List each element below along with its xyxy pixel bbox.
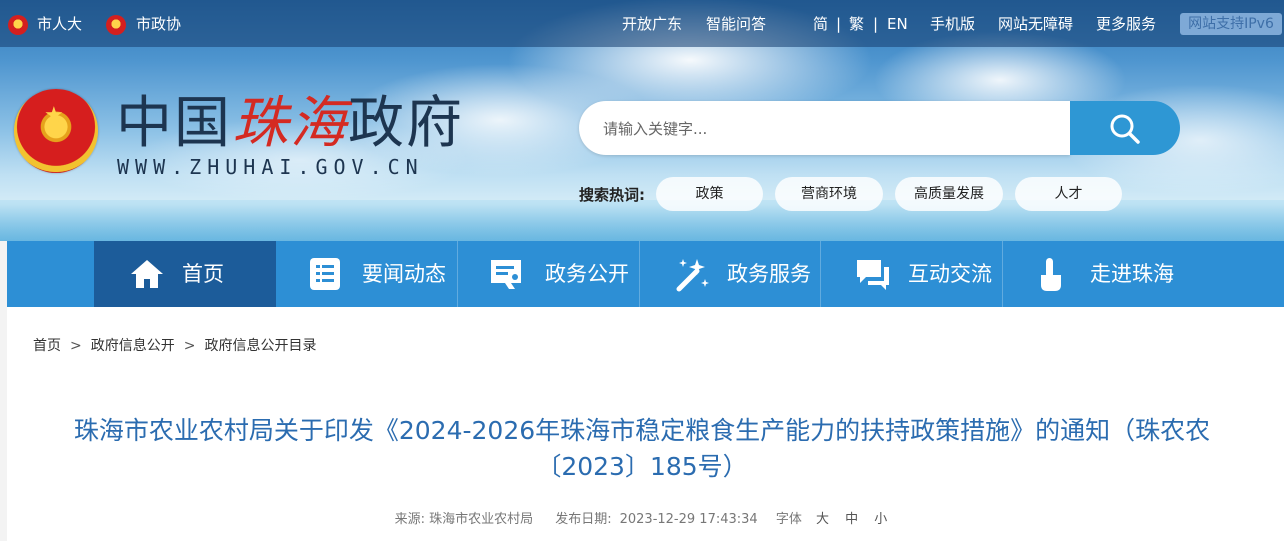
link-accessibility[interactable]: 网站无障碍 bbox=[998, 14, 1073, 34]
nav-news-label: 要闻动态 bbox=[362, 262, 446, 286]
font-size-label: 字体 bbox=[775, 512, 802, 527]
nav-about-zhuhai[interactable]: 走进珠海 bbox=[1002, 241, 1284, 307]
hot-word-high-quality-development[interactable]: 高质量发展 bbox=[895, 177, 1003, 211]
font-size-large[interactable]: 大 bbox=[816, 512, 829, 527]
link-smart-qa[interactable]: 智能问答 bbox=[706, 14, 766, 34]
breadcrumb-home[interactable]: 首页 bbox=[33, 338, 61, 354]
page-left-edge bbox=[0, 241, 7, 541]
lang-separator: | bbox=[836, 15, 842, 33]
ipv6-badge: 网站支持IPv6 bbox=[1180, 13, 1282, 35]
breadcrumb-separator: > bbox=[70, 338, 82, 354]
nav-interaction-label: 互动交流 bbox=[908, 262, 992, 286]
national-emblem-icon: ★ bbox=[14, 89, 98, 173]
document-icon bbox=[491, 260, 521, 289]
breadcrumb-info-catalog[interactable]: 政府信息公开目录 bbox=[204, 338, 316, 354]
hot-word-policy[interactable]: 政策 bbox=[656, 177, 763, 211]
font-size-medium[interactable]: 中 bbox=[845, 512, 858, 527]
publish-date-value: 2023-12-29 17:43:34 bbox=[619, 512, 758, 527]
nav-gov-services-label: 政务服务 bbox=[727, 262, 811, 286]
search-box bbox=[579, 101, 1070, 155]
logo-title-part2: 珠海 bbox=[232, 91, 348, 156]
search-icon bbox=[1110, 114, 1140, 144]
nav-news[interactable]: 要闻动态 bbox=[276, 241, 458, 307]
breadcrumb-separator: > bbox=[183, 338, 196, 354]
cppcc-emblem-icon bbox=[106, 15, 126, 35]
nav-gov-services[interactable]: 政务服务 bbox=[639, 241, 821, 307]
nav-gov-affairs-open-label: 政务公开 bbox=[545, 262, 629, 286]
link-more-services[interactable]: 更多服务 bbox=[1096, 14, 1156, 34]
link-mobile[interactable]: 手机版 bbox=[930, 14, 975, 34]
hot-word-business-environment[interactable]: 营商环境 bbox=[775, 177, 883, 211]
home-icon bbox=[131, 260, 163, 288]
breadcrumb: 首页 > 政府信息公开 > 政府信息公开目录 bbox=[33, 337, 316, 355]
main-nav: 首页 要闻动态 政务公开 政务服务 互动交流 走进珠海 bbox=[7, 241, 1284, 307]
search-input[interactable] bbox=[601, 113, 1045, 145]
lang-separator: | bbox=[873, 15, 879, 33]
publish-date-label: 发布日期: bbox=[555, 512, 612, 527]
magic-wand-icon bbox=[676, 259, 709, 292]
nav-home[interactable]: 首页 bbox=[94, 241, 276, 307]
hot-words-label: 搜索热词: bbox=[579, 186, 645, 204]
news-list-icon bbox=[310, 258, 340, 290]
link-npc[interactable]: 市人大 bbox=[37, 14, 82, 34]
source-label: 来源: bbox=[394, 512, 426, 527]
nav-gov-affairs-open[interactable]: 政务公开 bbox=[457, 241, 640, 307]
link-open-guangdong[interactable]: 开放广东 bbox=[622, 14, 682, 34]
logo-title-part1: 中国 bbox=[116, 91, 232, 156]
link-english[interactable]: EN bbox=[887, 14, 908, 34]
top-utility-bar: 市人大 市政协 开放广东 智能问答 简 | 繁 | EN 手机版 网站无障碍 更… bbox=[0, 0, 1284, 47]
link-cppcc[interactable]: 市政协 bbox=[136, 14, 181, 34]
source-value: 珠海市农业农村局 bbox=[429, 512, 534, 527]
pointer-hand-icon bbox=[1041, 258, 1061, 291]
nav-interaction[interactable]: 互动交流 bbox=[820, 241, 1003, 307]
breadcrumb-info-disclosure[interactable]: 政府信息公开 bbox=[91, 338, 175, 354]
nav-home-label: 首页 bbox=[182, 262, 224, 286]
hot-word-talent[interactable]: 人才 bbox=[1015, 177, 1122, 211]
site-logo-title[interactable]: 中国珠海政府 bbox=[116, 91, 464, 157]
font-size-small[interactable]: 小 bbox=[874, 512, 887, 527]
npc-emblem-icon bbox=[8, 15, 28, 35]
search-button[interactable] bbox=[1070, 101, 1180, 155]
article-meta: 来源: 珠海市农业农村局 发布日期: 2023-12-29 17:43:34 字体 … bbox=[0, 508, 1284, 527]
article-title: 珠海市农业农村局关于印发《2024-2026年珠海市稳定粮食生产能力的扶持政策措… bbox=[73, 416, 1211, 481]
link-simplified[interactable]: 简 bbox=[813, 14, 828, 34]
nav-about-zhuhai-label: 走进珠海 bbox=[1090, 262, 1174, 286]
logo-title-part3: 政府 bbox=[348, 91, 464, 156]
site-logo-url: WWW.ZHUHAI.GOV.CN bbox=[117, 155, 424, 179]
link-traditional[interactable]: 繁 bbox=[849, 14, 864, 34]
chat-icon bbox=[857, 260, 889, 290]
